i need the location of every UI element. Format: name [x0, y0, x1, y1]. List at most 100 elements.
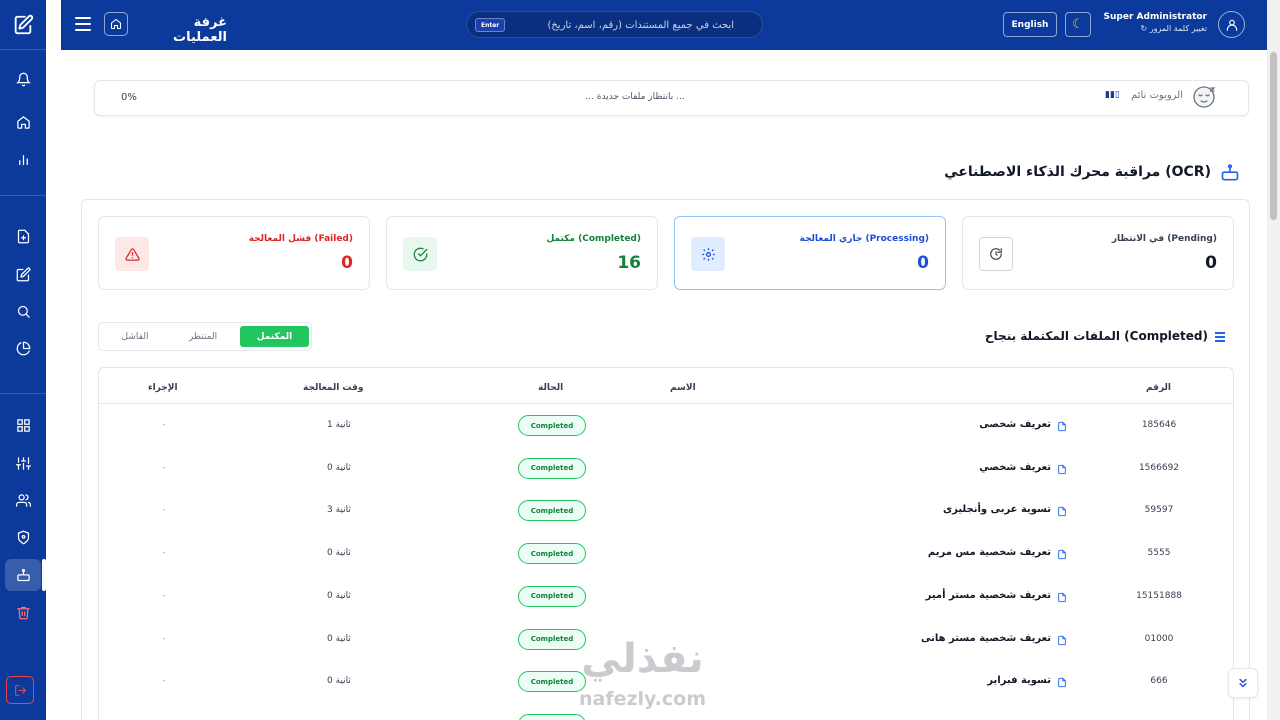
users-icon: [15, 493, 31, 507]
sidebar-item-search[interactable]: [5, 295, 41, 327]
change-password-link[interactable]: ↻ تغيير كلمة المرور: [1101, 24, 1207, 33]
status-badge: Completed: [518, 671, 586, 693]
document-icon: [1057, 589, 1067, 602]
stat-icon-box: [115, 237, 149, 271]
check-circle-icon: [413, 247, 427, 261]
cell-name[interactable]: تسوية عربى وأنجليزى: [799, 504, 1051, 515]
sidebar-divider: [0, 393, 46, 394]
status-badge: Completed: [518, 543, 586, 565]
edit-icon: [16, 267, 30, 281]
change-password-label: تغيير كلمة المرور: [1149, 24, 1207, 33]
stat-icon-box: [403, 237, 437, 271]
app-logo[interactable]: [0, 0, 46, 50]
table-row[interactable]: 5555 تعريف شخصية مس مريم Completed 0 ثانية -: [99, 534, 1233, 577]
cell-number: 1566692: [1138, 462, 1180, 473]
search-input[interactable]: [514, 16, 734, 34]
sidebar-item-reports[interactable]: [5, 143, 41, 175]
tab-failed[interactable]: الفاشل: [103, 326, 167, 347]
cell-name[interactable]: تعريف شخصية مستر أمير: [799, 590, 1051, 601]
search-icon: [17, 305, 30, 318]
robot-waiting-text: ... بانتظار ملفات جديدة ...: [585, 92, 685, 102]
sidebar-item-users[interactable]: [5, 484, 41, 516]
column-header-status[interactable]: الحالة: [538, 383, 563, 393]
stat-icon-box: [691, 237, 725, 271]
cell-action: -: [162, 633, 166, 644]
sidebar-item-dashboard[interactable]: [5, 409, 41, 441]
logo-icon: [14, 14, 34, 34]
global-search: Enter: [466, 11, 763, 38]
gear-icon: [701, 247, 715, 261]
enter-key-badge: Enter: [475, 18, 506, 32]
cell-processing-time: 0 ثانية: [327, 462, 351, 473]
robot-status-label: الروبوت نائم: [1131, 90, 1183, 101]
stat-card-pending: في الانتظار (Pending) 0: [962, 216, 1234, 290]
sidebar-item-new-file[interactable]: [5, 220, 41, 252]
column-header-number[interactable]: الرقم: [1146, 383, 1171, 393]
bar-chart-icon: [18, 154, 28, 165]
table-header: الرقم الاسم الحالة وقت المعالجة الإجراء: [99, 368, 1233, 404]
cell-name[interactable]: تسوية فبراير: [799, 675, 1051, 686]
bell-icon: [15, 72, 31, 86]
logout-button[interactable]: [6, 676, 34, 704]
table-row[interactable]: 15151888 تعريف شخصية مستر أمير Completed 0 …: [99, 577, 1233, 620]
chevrons-down-icon: [1239, 678, 1247, 688]
table-row[interactable]: 1566692 تعريف شخصي Completed 0 ثانية -: [99, 449, 1233, 492]
dark-mode-button[interactable]: ☾: [1065, 12, 1091, 37]
cell-name[interactable]: تعريف شخصي: [799, 462, 1051, 473]
cell-name[interactable]: تعريف شخصية مستر هانى: [799, 633, 1051, 644]
sidebar-item-home[interactable]: [5, 106, 41, 138]
home-button[interactable]: [104, 12, 128, 36]
cell-action: -: [162, 420, 166, 430]
stat-label: جاري المعالجة (Processing): [799, 234, 929, 244]
stat-label: فشل المعالجة (Failed): [248, 234, 353, 244]
scrollbar-thumb[interactable]: [1270, 52, 1277, 220]
logout-icon: [14, 684, 26, 696]
cell-name[interactable]: تعريف شخصية مس مريم: [799, 547, 1051, 558]
robot-icon: [16, 568, 30, 581]
tab-completed[interactable]: المكتمل: [240, 326, 309, 347]
column-header-time[interactable]: وقت المعالجة: [303, 383, 363, 393]
stat-value: 16: [617, 253, 641, 273]
pie-chart-icon: [16, 341, 30, 355]
stat-label: في الانتظار (Pending): [1111, 234, 1217, 244]
table-row[interactable]: 01000 تعريف شخصية مستر هانى Completed 0 ثان…: [99, 620, 1233, 663]
cell-name[interactable]: تعريف شخصى: [799, 419, 1051, 430]
status-badge: Completed: [518, 500, 586, 522]
cell-processing-time: 0 ثانية: [327, 633, 351, 644]
column-header-action[interactable]: الإجراء: [148, 383, 178, 393]
page-scrollbar[interactable]: [1267, 0, 1280, 720]
menu-toggle-button[interactable]: [75, 13, 95, 35]
sidebar-item-notifications[interactable]: [5, 63, 41, 95]
table-row[interactable]: 185646 تعريف شخصى Completed 1 ثانية -: [99, 406, 1233, 449]
status-badge: Completed: [518, 628, 586, 650]
cell-action: -: [162, 505, 166, 516]
user-name: Super Administrator: [1103, 12, 1207, 22]
language-toggle-button[interactable]: English: [1003, 12, 1057, 37]
status-badge: Completed: [518, 585, 586, 607]
sidebar-item-settings[interactable]: [5, 447, 41, 479]
table-row-partial: [99, 705, 1233, 720]
column-header-name[interactable]: الاسم: [670, 383, 696, 393]
home-icon: [16, 115, 30, 129]
sidebar-item-edit[interactable]: [5, 258, 41, 290]
status-badge: [518, 713, 586, 720]
table-row[interactable]: 666 تسوية فبراير Completed 0 ثانية -: [99, 662, 1233, 705]
avatar[interactable]: [1218, 11, 1245, 38]
sidebar-item-ocr-robot[interactable]: [5, 559, 41, 591]
scroll-down-button[interactable]: [1228, 668, 1258, 698]
tab-pending[interactable]: المنتظر: [170, 326, 236, 347]
sidebar-item-statistics[interactable]: [5, 332, 41, 364]
cell-number: 666: [1150, 676, 1168, 687]
sidebar-item-trash[interactable]: [5, 596, 41, 628]
file-add-icon: [17, 229, 29, 243]
robot-progress-percent: 0%: [121, 92, 137, 103]
page-title: غرفة العمليات: [173, 15, 227, 45]
sleeping-robot-icon: [1193, 86, 1216, 108]
alert-triangle-icon: [124, 247, 140, 261]
sidebar-item-security[interactable]: [5, 521, 41, 553]
shield-icon: [17, 530, 29, 544]
document-icon: [1057, 503, 1067, 517]
table-row[interactable]: 59597 تسوية عربى وأنجليزى Completed 3 ثانية…: [99, 491, 1233, 534]
sliders-icon: [15, 456, 31, 470]
status-badge: Completed: [518, 457, 586, 479]
